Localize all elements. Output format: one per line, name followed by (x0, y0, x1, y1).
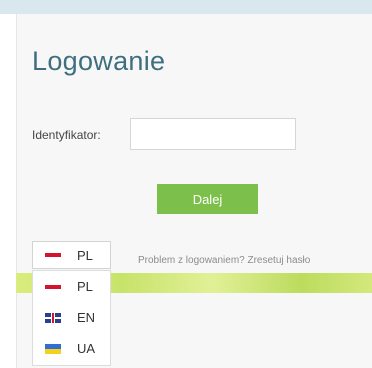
language-option-en[interactable]: EN (33, 302, 110, 333)
top-band (0, 0, 372, 14)
language-selected-label: PL (77, 247, 93, 263)
reset-password-link[interactable]: Problem z logowaniem? Zresetuj hasło (138, 255, 310, 266)
next-button[interactable]: Dalej (157, 184, 258, 214)
language-dropdown: PL EN UA (32, 270, 111, 366)
flag-pl-icon (45, 250, 61, 260)
language-option-label: UA (77, 341, 96, 356)
flag-uk-icon (45, 312, 61, 323)
flag-pl-icon (45, 282, 61, 292)
language-select[interactable]: PL (32, 241, 111, 269)
page-title: Logowanie (32, 46, 166, 76)
flag-ua-icon (45, 343, 61, 354)
language-option-label: EN (77, 310, 96, 325)
language-option-ua[interactable]: UA (33, 333, 110, 364)
language-option-label: PL (77, 279, 93, 294)
identifier-input[interactable] (130, 118, 296, 150)
language-option-pl[interactable]: PL (33, 271, 110, 302)
identifier-label: Identyfikator: (32, 128, 101, 142)
